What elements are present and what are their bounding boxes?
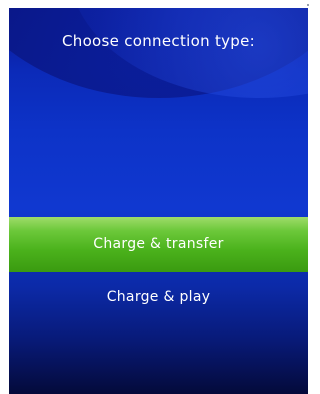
corner-artifact	[307, 4, 309, 6]
option-charge-and-transfer[interactable]: Charge & transfer	[9, 217, 308, 272]
dialog-title: Choose connection type:	[61, 32, 256, 50]
option-charge-and-play[interactable]: Charge & play	[9, 274, 308, 320]
device-screen: Choose connection type: Charge & transfe…	[9, 8, 308, 394]
